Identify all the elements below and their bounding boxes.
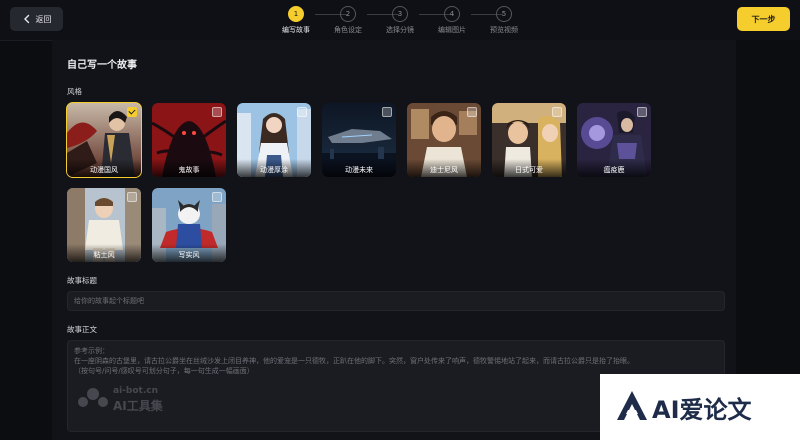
brand-watermark: AI爱论文 — [600, 374, 800, 440]
style-card-japanese-cute[interactable]: 日式可爱 — [492, 103, 566, 177]
style-card-anime-future[interactable]: 动漫未来 — [322, 103, 396, 177]
style-card-label: 粘土风 — [67, 244, 141, 262]
style-card-ghost-story[interactable]: 鬼故事 — [152, 103, 226, 177]
brand-logo-icon — [617, 391, 647, 420]
style-card-anime-thick-paint[interactable]: 动漫厚涂 — [237, 103, 311, 177]
checkbox-icon — [212, 192, 222, 202]
checkbox-icon — [637, 107, 647, 117]
step-number: 2 — [340, 6, 356, 22]
step-number: 1 — [288, 6, 304, 22]
right-gutter — [736, 40, 800, 374]
top-bar: 返回 1 编写故事 2 角色设定 3 选择分镜 4 编辑图片 5 预览视频 下一… — [0, 0, 800, 41]
page-title: 自己写一个故事 — [67, 60, 137, 71]
step-5[interactable]: 5 预览视频 — [484, 6, 524, 35]
checkbox-icon — [127, 192, 137, 202]
checkbox-icon — [552, 107, 562, 117]
watermark-domain: ai-bot.cn — [113, 386, 158, 396]
watermark-logo-icon — [78, 388, 108, 407]
style-card-label: 写实风 — [152, 244, 226, 262]
checkbox-icon — [127, 107, 137, 117]
brand-name: AI爱论文 — [652, 396, 752, 424]
step-number: 4 — [444, 6, 460, 22]
placeholder-line: 在一座阴森的古堡里，请古拉公爵坐在丝绒沙发上闭目养神，他的爱宠是一只德牧，正趴在… — [74, 357, 634, 365]
style-card-disney[interactable]: 迪士尼风 — [407, 103, 481, 177]
step-2[interactable]: 2 角色设定 — [328, 6, 368, 35]
style-card-label: 日式可爱 — [492, 159, 566, 177]
watermark-name: AI工具集 — [113, 399, 163, 413]
step-label: 编写故事 — [282, 26, 310, 34]
style-card-label: 动漫未来 — [322, 159, 396, 177]
style-section-label: 风格 — [67, 87, 82, 96]
step-1[interactable]: 1 编写故事 — [276, 6, 316, 35]
style-card-label: 鬼故事 — [152, 159, 226, 177]
step-4[interactable]: 4 编辑图片 — [432, 6, 472, 35]
style-card-label: 瘟疫鹿 — [577, 159, 651, 177]
style-card-label: 迪士尼风 — [407, 159, 481, 177]
style-card-label: 动漫国风 — [67, 159, 141, 177]
back-button[interactable]: 返回 — [10, 7, 63, 31]
next-step-button[interactable]: 下一步 — [737, 7, 790, 31]
checkbox-icon — [212, 107, 222, 117]
site-watermark: ai-bot.cn AI工具集 — [77, 384, 187, 416]
step-label: 选择分镜 — [386, 26, 414, 34]
checkbox-icon — [467, 107, 477, 117]
step-label: 角色设定 — [334, 26, 362, 34]
checkbox-icon — [297, 107, 307, 117]
progress-steps: 1 编写故事 2 角色设定 3 选择分镜 4 编辑图片 5 预览视频 — [280, 6, 540, 38]
step-number: 3 — [392, 6, 408, 22]
chevron-left-icon — [23, 14, 29, 24]
checkbox-icon — [382, 107, 392, 117]
style-card-realistic[interactable]: 写实风 — [152, 188, 226, 262]
style-card-anime-guofeng[interactable]: 动漫国风 — [66, 102, 142, 178]
style-card-plague-deer[interactable]: 瘟疫鹿 — [577, 103, 651, 177]
step-label: 编辑图片 — [438, 26, 466, 34]
story-title-input[interactable]: 给你的故事起个标题吧 — [67, 291, 725, 311]
style-card-clay[interactable]: 粘土风 — [67, 188, 141, 262]
step-label: 预览视频 — [490, 26, 518, 34]
back-button-label: 返回 — [35, 14, 52, 24]
step-number: 5 — [496, 6, 512, 22]
style-card-label: 动漫厚涂 — [237, 159, 311, 177]
style-grid: 动漫国风 鬼故事 动漫厚涂 动漫未来 迪士尼风 日式可爱 瘟疫鹿 粘土风 写实风 — [66, 102, 667, 263]
story-body-label: 故事正文 — [67, 325, 97, 334]
story-title-label: 故事标题 — [67, 276, 97, 285]
placeholder-line: 参考示例： — [74, 347, 109, 355]
step-3[interactable]: 3 选择分镜 — [380, 6, 420, 35]
